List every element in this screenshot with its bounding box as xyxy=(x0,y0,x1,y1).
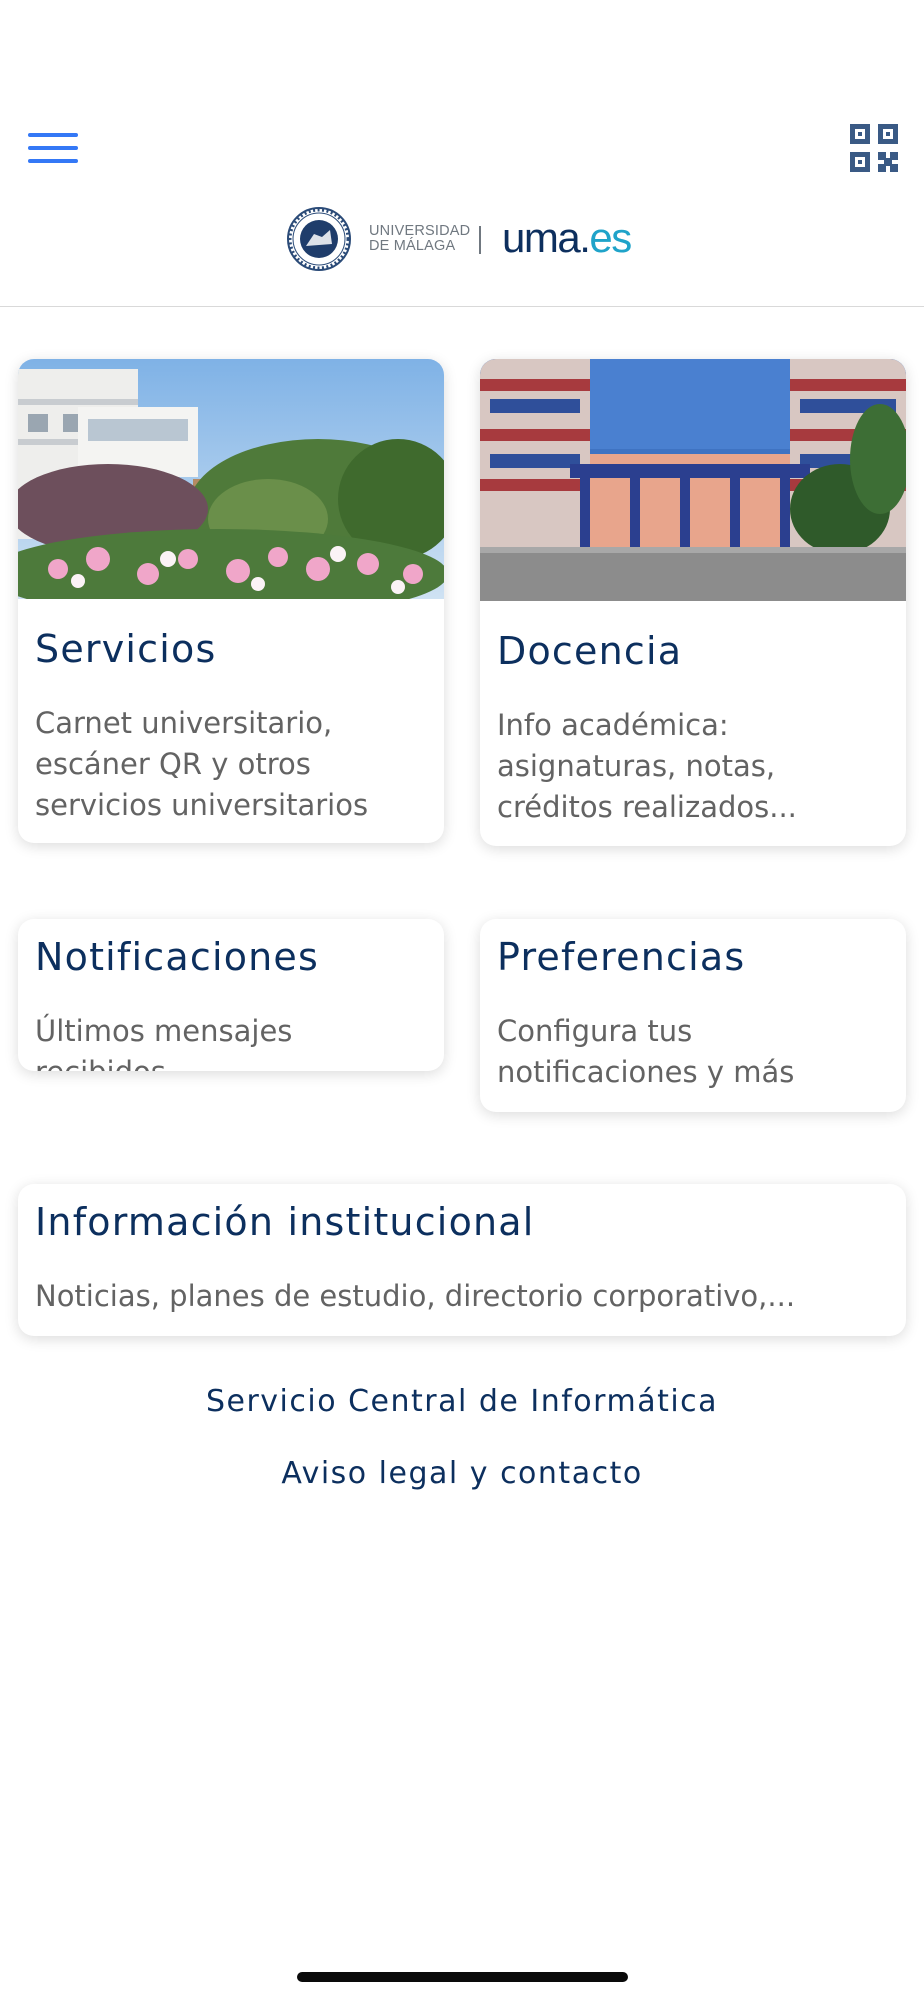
card-title: Información institucional xyxy=(35,1200,535,1244)
card-description: Configura tus notificaciones y más xyxy=(497,1014,795,1089)
home-indicator[interactable] xyxy=(297,1972,628,1982)
link-servicio-central-informatica[interactable]: Servicio Central de Informática xyxy=(0,1384,924,1419)
card-notificaciones[interactable]: Notificaciones Últimos mensajes recibido… xyxy=(18,919,444,1071)
university-seal-icon xyxy=(287,207,351,271)
card-preferencias[interactable]: Preferencias Configura tus notificacione… xyxy=(480,919,906,1112)
card-description: Noticias, planes de estudio, directorio … xyxy=(35,1279,796,1313)
card-description: Carnet universitario, escáner QR y otros… xyxy=(35,706,369,822)
card-title: Notificaciones xyxy=(35,935,320,979)
university-logo: UNIVERSIDAD DE MÁLAGA uma.es xyxy=(284,206,640,274)
campus-building-flowers-image xyxy=(18,359,444,599)
uma-domain-logo: uma.es xyxy=(502,214,632,261)
link-aviso-legal-contacto[interactable]: Aviso legal y contacto xyxy=(0,1456,924,1491)
card-servicios[interactable]: Servicios Carnet universitario, escáner … xyxy=(18,359,444,843)
card-description: Info académica: asignaturas, notas, créd… xyxy=(497,708,797,824)
card-title: Servicios xyxy=(35,627,217,671)
card-docencia[interactable]: Docencia Info académica: asignaturas, no… xyxy=(480,359,906,846)
card-description: Últimos mensajes recibidos xyxy=(35,1014,293,1071)
card-title: Docencia xyxy=(497,629,683,673)
faculty-building-image xyxy=(480,359,906,601)
university-name: UNIVERSIDAD DE MÁLAGA xyxy=(369,223,471,254)
logo-divider xyxy=(479,226,481,254)
card-title: Preferencias xyxy=(497,935,746,979)
hamburger-menu-icon xyxy=(28,133,78,137)
menu-button[interactable] xyxy=(26,131,80,167)
qr-code-button[interactable] xyxy=(850,124,898,172)
qr-code-icon xyxy=(850,124,898,172)
card-informacion-institucional[interactable]: Información institucional Noticias, plan… xyxy=(18,1184,906,1336)
app-header: UNIVERSIDAD DE MÁLAGA uma.es xyxy=(0,0,924,307)
